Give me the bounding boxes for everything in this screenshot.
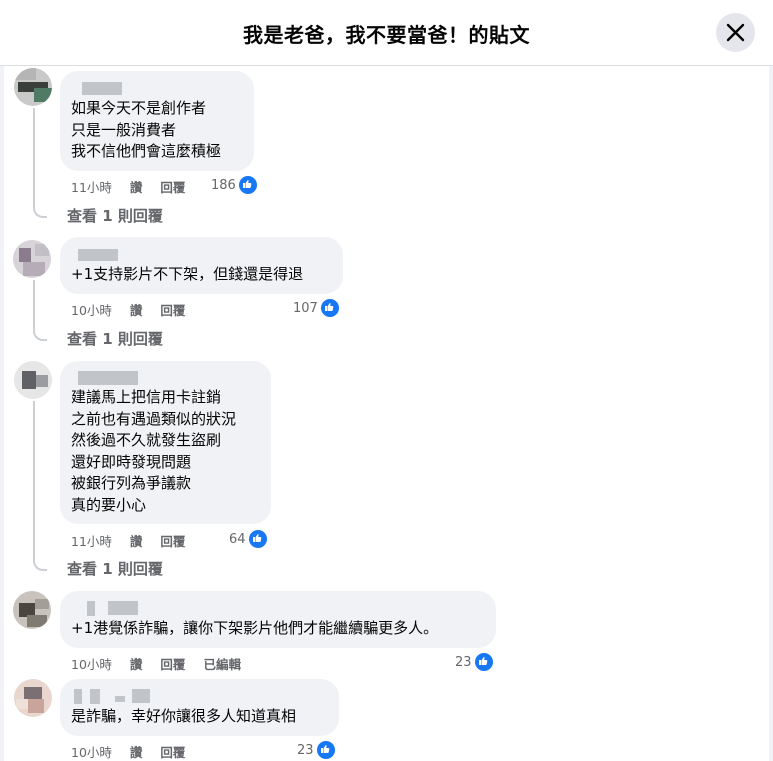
like-thumb-icon — [247, 529, 268, 549]
commenter-name[interactable] — [87, 601, 95, 616]
comment-bubble: 是詐騙，幸好你讓很多人知道真相 — [60, 679, 339, 736]
like-button[interactable]: 讚 — [130, 531, 143, 550]
comment-time[interactable]: 11小時 — [71, 177, 112, 196]
reply-button[interactable]: 回覆 — [160, 742, 185, 761]
comment-text: +1支持影片不下架，但錢還是得退 — [71, 265, 304, 283]
comment-text: 如果今天不是創作者 只是一般消費者 我不信他們會這麼積極 — [71, 99, 222, 160]
comment-meta: 10小時 讚 回覆 — [71, 742, 203, 761]
view-replies-link[interactable]: 查看 1 則回覆 — [67, 558, 163, 579]
dialog-header: 我是老爸，我不要當爸！的貼文 — [0, 0, 773, 66]
avatar[interactable] — [13, 591, 51, 629]
commenter-name[interactable] — [78, 371, 138, 385]
right-scroll-edge — [769, 66, 773, 761]
like-button[interactable]: 讚 — [130, 654, 143, 673]
left-scroll-edge — [0, 66, 4, 761]
commenter-name-part — [108, 601, 138, 615]
commenter-name-part — [132, 689, 150, 703]
comment-text: 建議馬上把信用卡註銷 之前也有遇過類似的狀況 然後過不久就發生盜刷 還好即時發現… — [71, 388, 237, 514]
thread-branch — [33, 557, 47, 571]
comment-time[interactable]: 10小時 — [71, 654, 112, 673]
thread-branch — [33, 327, 47, 341]
reaction-count[interactable]: 186 — [211, 175, 258, 195]
like-button[interactable]: 讚 — [130, 742, 143, 761]
close-button[interactable] — [716, 13, 755, 52]
reaction-number: 64 — [229, 531, 246, 547]
thread-branch — [33, 204, 47, 218]
view-replies-link[interactable]: 查看 1 則回覆 — [67, 328, 163, 349]
reaction-number: 23 — [455, 654, 472, 670]
like-thumb-icon — [315, 740, 336, 760]
like-button[interactable]: 讚 — [130, 300, 143, 319]
edited-label[interactable]: 已編輯 — [203, 654, 241, 673]
reaction-count[interactable]: 64 — [229, 529, 268, 549]
comment-time[interactable]: 10小時 — [71, 300, 112, 319]
like-thumb-icon — [473, 652, 494, 672]
thread-line — [33, 108, 35, 206]
reaction-count[interactable]: 23 — [297, 740, 336, 760]
avatar[interactable] — [14, 679, 52, 717]
comment-bubble: 如果今天不是創作者 只是一般消費者 我不信他們會這麼積極 — [60, 71, 254, 171]
avatar[interactable] — [13, 240, 51, 278]
thread-line — [33, 401, 35, 557]
comment-bubble: +1支持影片不下架，但錢還是得退 — [60, 237, 343, 294]
reaction-number: 186 — [211, 177, 236, 193]
commenter-name[interactable] — [78, 249, 118, 261]
reaction-number: 23 — [297, 742, 314, 758]
comment-meta: 11小時 讚 回覆 — [71, 177, 203, 196]
commenter-name-part — [90, 689, 100, 704]
avatar[interactable] — [14, 68, 52, 106]
commenter-name-part — [115, 696, 125, 702]
comment-bubble: +1港覺係詐騙，讓你下架影片他們才能繼續騙更多人。 — [60, 591, 496, 648]
thread-line — [33, 280, 35, 328]
comment-text: +1港覺係詐騙，讓你下架影片他們才能繼續騙更多人。 — [71, 619, 439, 637]
reaction-count[interactable]: 107 — [293, 298, 340, 318]
reply-button[interactable]: 回覆 — [160, 531, 185, 550]
comment-meta: 10小時 讚 回覆 已編輯 — [71, 654, 259, 673]
commenter-name[interactable] — [74, 689, 82, 704]
reply-button[interactable]: 回覆 — [160, 177, 185, 196]
dialog-title: 我是老爸，我不要當爸！的貼文 — [243, 23, 530, 47]
comment-text: 是詐騙，幸好你讓很多人知道真相 — [71, 707, 297, 725]
reaction-count[interactable]: 23 — [455, 652, 494, 672]
comment-time[interactable]: 10小時 — [71, 742, 112, 761]
comment-meta: 10小時 讚 回覆 — [71, 300, 203, 319]
close-icon — [726, 23, 745, 42]
reaction-number: 107 — [293, 300, 318, 316]
reply-button[interactable]: 回覆 — [160, 654, 185, 673]
avatar[interactable] — [14, 361, 52, 399]
reply-button[interactable]: 回覆 — [160, 300, 185, 319]
like-thumb-icon — [237, 175, 258, 195]
like-button[interactable]: 讚 — [130, 177, 143, 196]
comment-time[interactable]: 11小時 — [71, 531, 112, 550]
commenter-name[interactable] — [82, 82, 122, 95]
comment-meta: 11小時 讚 回覆 — [71, 531, 203, 550]
comment-bubble: 建議馬上把信用卡註銷 之前也有遇過類似的狀況 然後過不久就發生盜刷 還好即時發現… — [60, 361, 271, 524]
view-replies-link[interactable]: 查看 1 則回覆 — [67, 205, 163, 226]
like-thumb-icon — [319, 298, 340, 318]
